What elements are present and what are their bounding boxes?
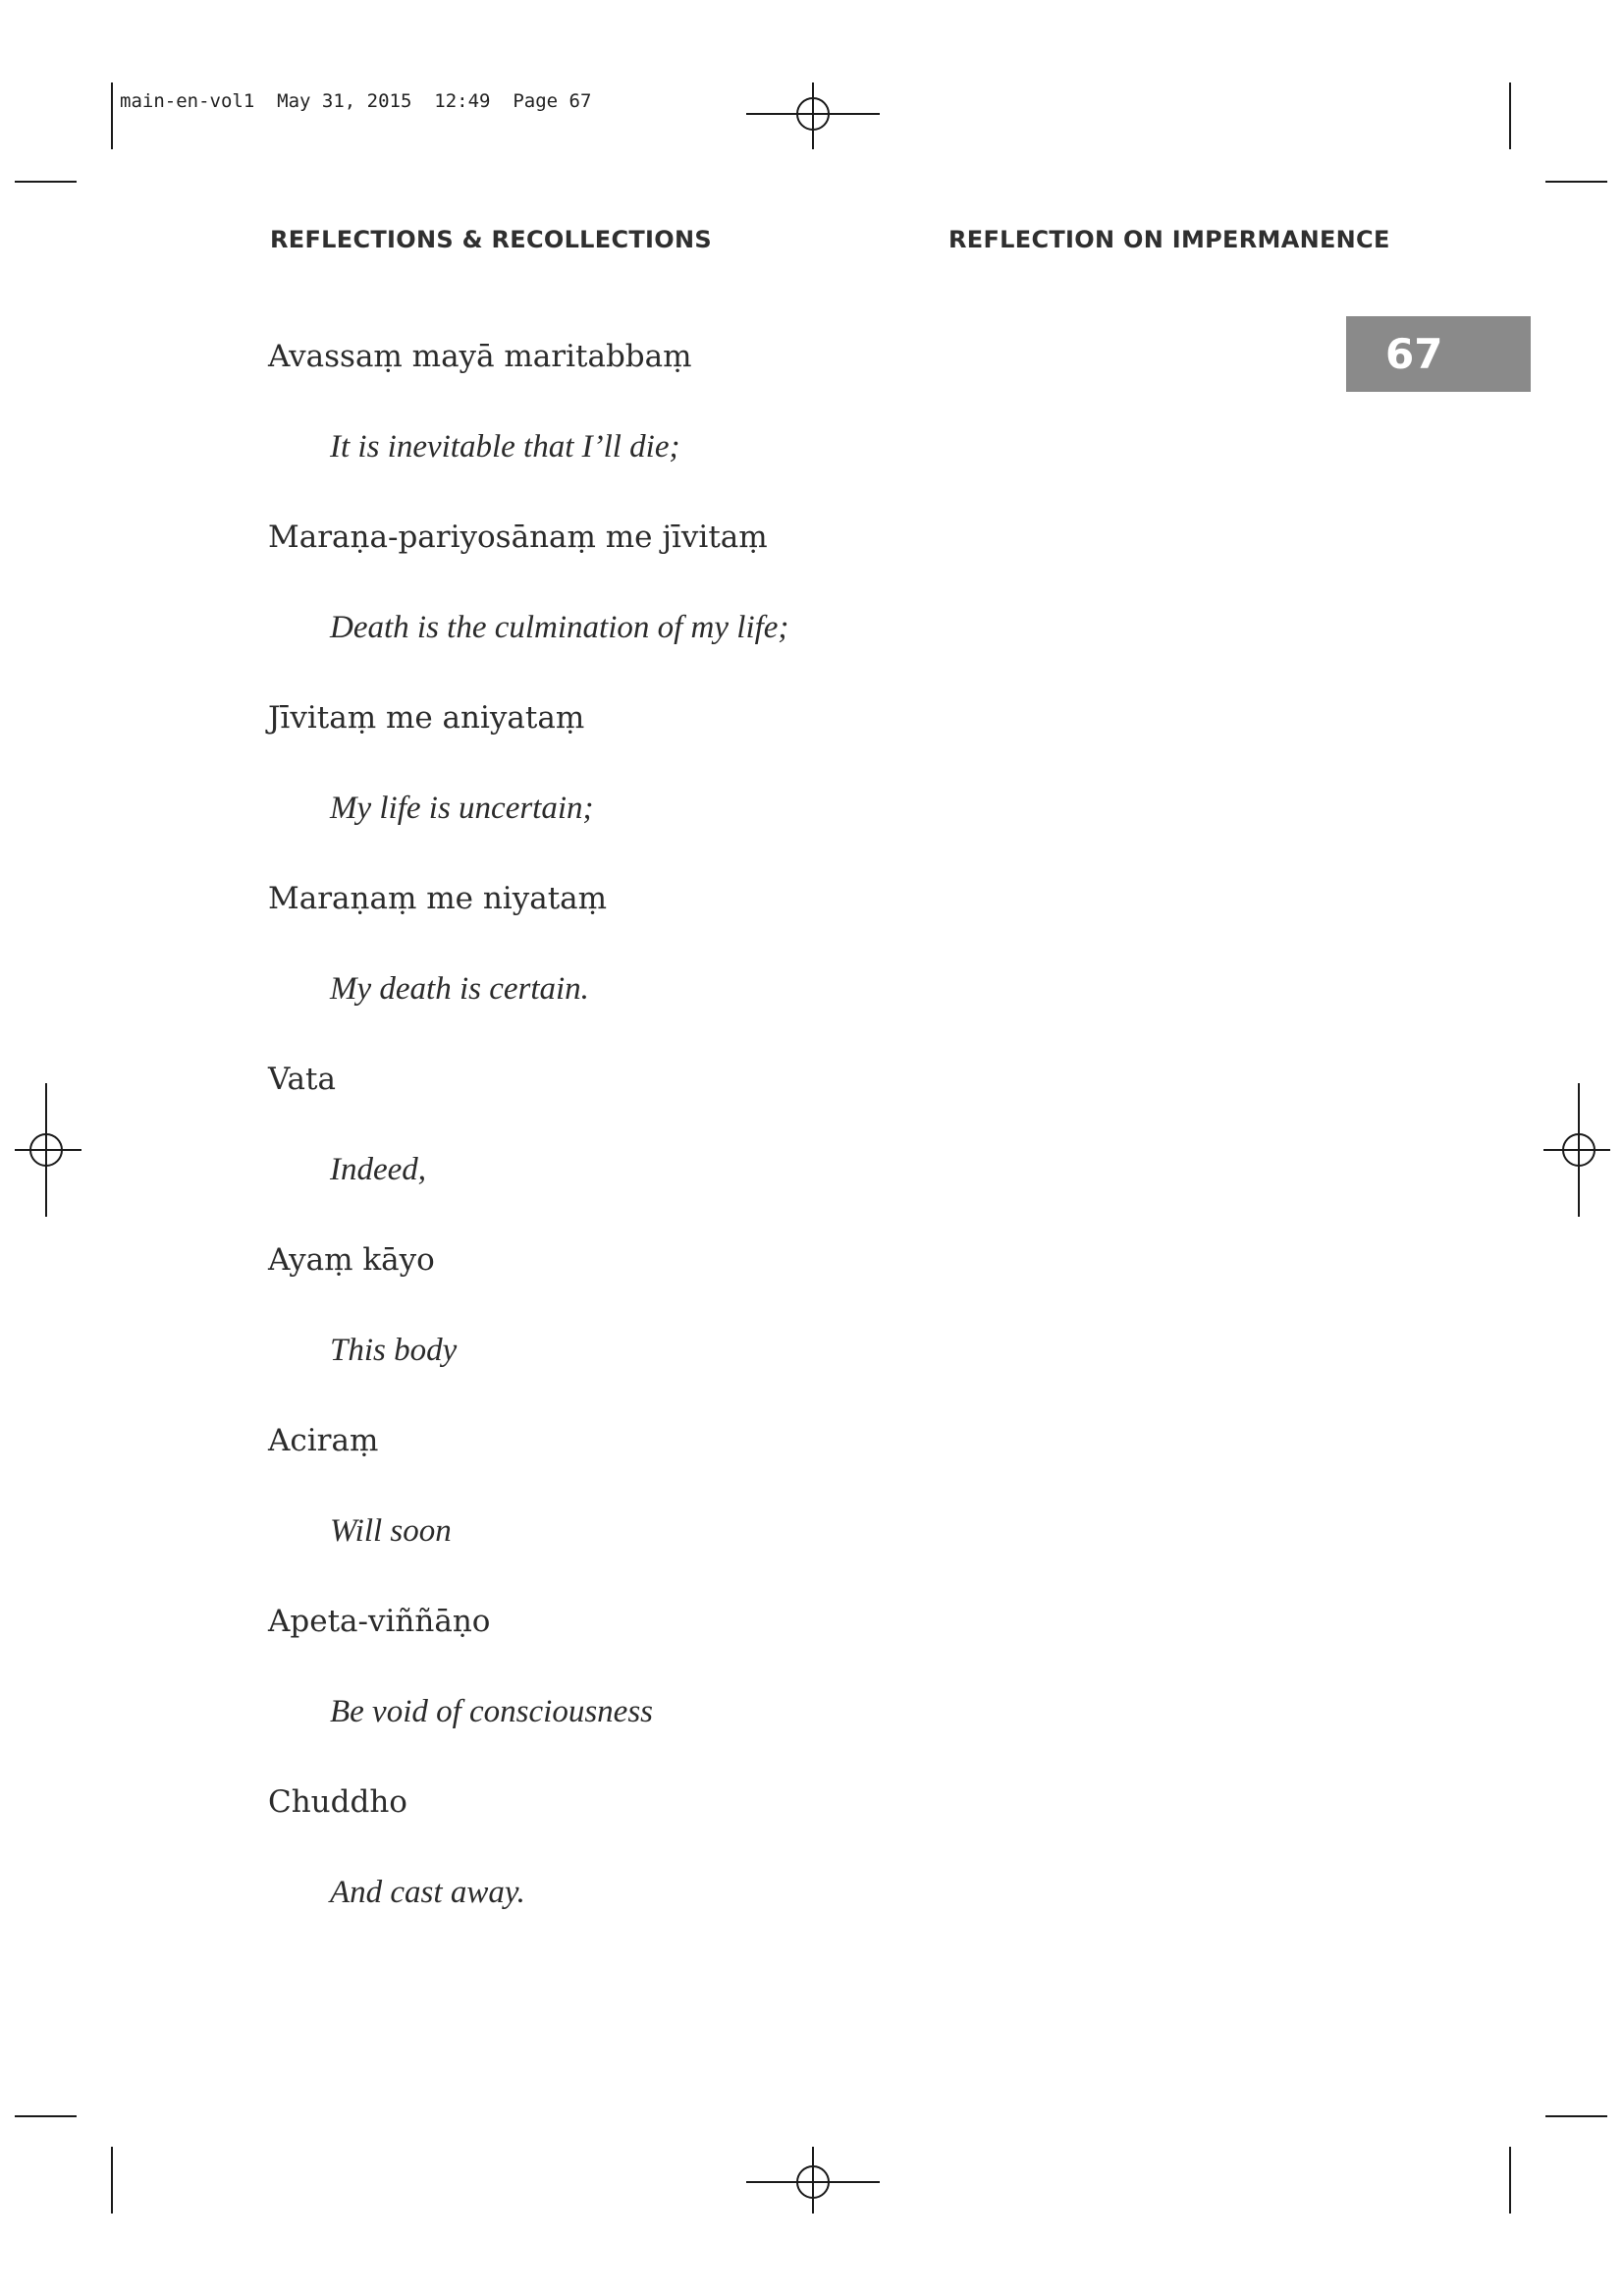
page-number-tab: 67	[1346, 316, 1531, 392]
english-line: My death is certain.	[330, 971, 589, 1007]
pali-line: Ayaṃ kāyo	[268, 1242, 435, 1278]
english-line: Death is the culmination of my life;	[330, 610, 789, 645]
english-line: This body	[330, 1333, 458, 1368]
crop-mark-bottom-right-vertical	[1509, 2147, 1511, 2214]
pali-line: Apeta-viññāṇo	[268, 1604, 491, 1639]
crop-mark-top-left-horizontal	[15, 181, 77, 183]
pali-line: Maraṇa-pariyosānaṃ me jīvitaṃ	[268, 519, 768, 555]
english-line: My life is uncertain;	[330, 791, 594, 826]
crop-mark-bottom-left-horizontal	[15, 2115, 77, 2117]
running-head-book-title: REFLECTIONS & RECOLLECTIONS	[270, 226, 712, 253]
english-line: It is inevitable that I’ll die;	[330, 429, 680, 465]
english-line: Be void of consciousness	[330, 1694, 654, 1729]
english-line: Will soon	[330, 1513, 452, 1549]
pali-line: Aciraṃ	[268, 1423, 379, 1458]
crop-mark-top-right-horizontal	[1545, 181, 1607, 183]
pali-line: Vata	[268, 1062, 336, 1097]
registration-mark-right	[1543, 1083, 1610, 1217]
crop-mark-top-right-vertical	[1509, 82, 1511, 149]
registration-mark-left	[15, 1083, 81, 1217]
pali-line: Maraṇaṃ me niyataṃ	[268, 881, 608, 916]
pali-line: Jīvitaṃ me aniyataṃ	[268, 700, 585, 736]
pali-line: Avassaṃ mayā maritabbaṃ	[268, 339, 692, 374]
registration-mark-bottom	[746, 2147, 880, 2214]
running-head-chapter-title: REFLECTION ON IMPERMANENCE	[948, 226, 1390, 253]
registration-mark-top	[746, 82, 880, 149]
pali-line: Chuddho	[268, 1784, 407, 1820]
english-line: Indeed,	[330, 1152, 427, 1187]
english-line: And cast away.	[330, 1875, 525, 1910]
printer-slug: main-en-vol1 May 31, 2015 12:49 Page 67	[120, 90, 592, 112]
crop-mark-top-left-vertical	[111, 82, 113, 149]
crop-mark-bottom-right-horizontal	[1545, 2115, 1607, 2117]
crop-mark-bottom-left-vertical	[111, 2147, 113, 2214]
